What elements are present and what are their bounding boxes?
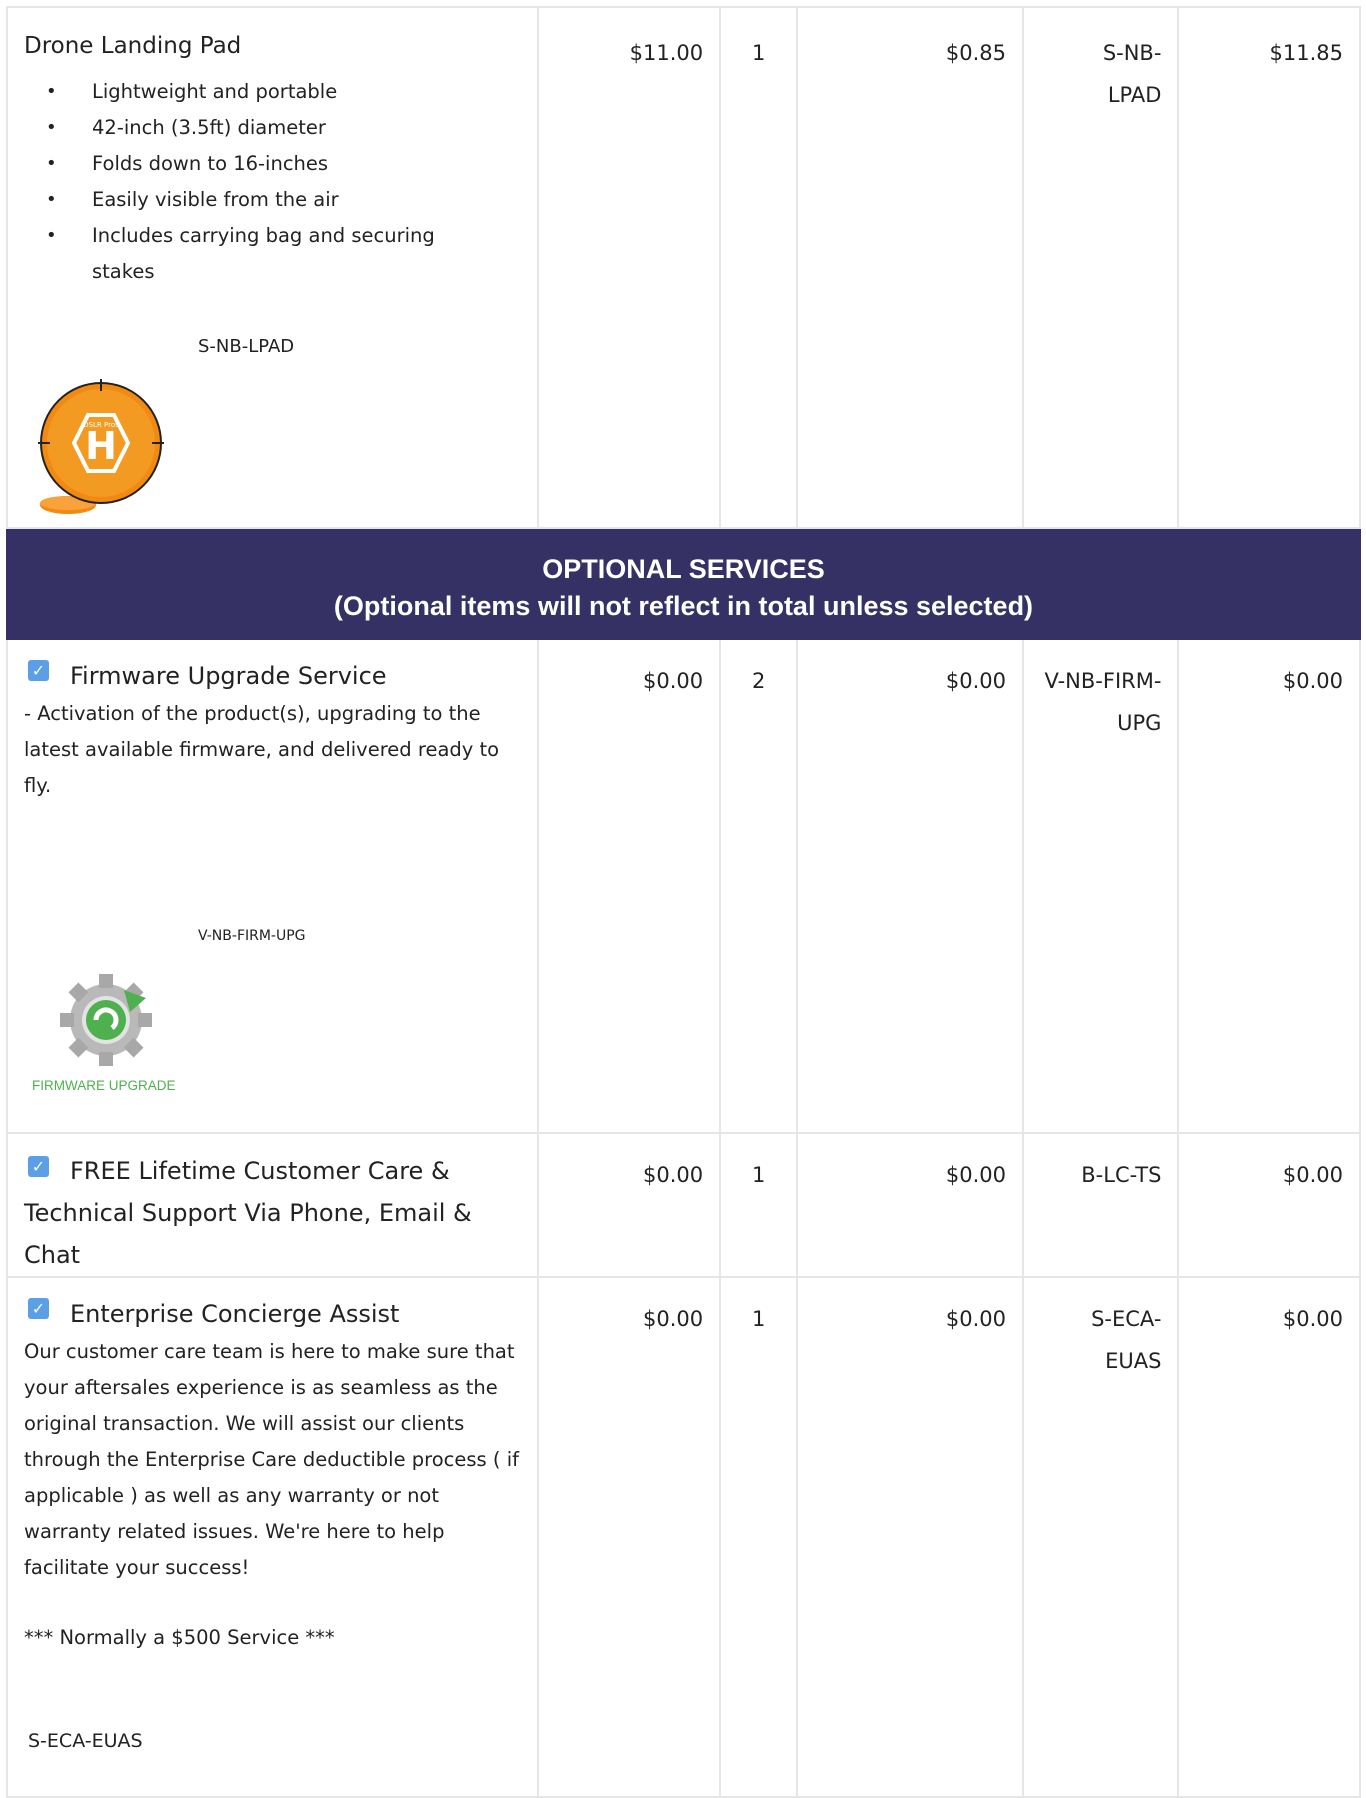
item-description-cell: ✓ Enterprise Concierge Assist Our custom…	[6, 1276, 539, 1798]
table-row-lifetime-care: ✓ FREE Lifetime Customer Care & Technical…	[6, 1132, 1361, 1278]
sku-caption: V-NB-FIRM-UPG	[198, 928, 306, 944]
feature-item: 42-inch (3.5ft) diameter	[46, 110, 537, 146]
banner-heading: OPTIONAL SERVICES	[542, 554, 825, 584]
item-description-cell: ✓ FREE Lifetime Customer Care & Technical…	[6, 1132, 539, 1278]
line-total: $0.00	[1282, 669, 1343, 693]
item-title: Drone Landing Pad	[24, 33, 242, 59]
unit-price: $0.00	[642, 1307, 704, 1331]
quantity: 2	[752, 669, 766, 693]
feature-item: Includes carrying bag and securing stake…	[46, 218, 452, 290]
service-title-row: ✓ Firmware Upgrade Service	[8, 640, 537, 696]
feature-text: Includes carrying bag and securing stake…	[92, 224, 435, 283]
item-description-cell: Drone Landing Pad Lightweight and portab…	[6, 6, 539, 529]
sku-code: B-LC-TS	[1081, 1163, 1162, 1187]
sku-caption: S-ECA-EUAS	[28, 1730, 143, 1752]
service-note: *** Normally a $500 Service ***	[24, 1626, 335, 1649]
table-row-firmware-upgrade: ✓ Firmware Upgrade Service - Activation …	[6, 638, 1361, 1134]
feature-list: Lightweight and portable 42-inch (3.5ft)…	[8, 74, 537, 290]
landing-pad-image: H DSLR Pros	[28, 377, 168, 527]
tax-amount: $0.00	[945, 1163, 1006, 1187]
optional-services-banner-row: OPTIONAL SERVICES (Optional items will n…	[6, 527, 1361, 640]
tax-amount: $0.85	[945, 41, 1006, 65]
feature-item: Lightweight and portable	[46, 74, 537, 110]
service-checkbox[interactable]: ✓	[28, 660, 49, 681]
sku-code: S-NB-LPAD	[1102, 41, 1162, 107]
table-row-drone-landing-pad: Drone Landing Pad Lightweight and portab…	[6, 6, 1361, 529]
service-checkbox[interactable]: ✓	[28, 1156, 49, 1177]
sku-caption: S-NB-LPAD	[198, 336, 295, 357]
quote-table-wrapper: Drone Landing Pad Lightweight and portab…	[6, 6, 1361, 1798]
quantity: 1	[752, 1163, 766, 1187]
tax-amount: $0.00	[945, 1307, 1006, 1331]
firmware-upgrade-image: FIRMWARE UPGRADE	[8, 972, 537, 1093]
feature-item: Easily visible from the air	[46, 182, 537, 218]
tax-amount: $0.00	[945, 669, 1006, 693]
unit-price: $11.00	[629, 41, 704, 65]
service-title: Firmware Upgrade Service	[70, 662, 387, 690]
optional-services-banner: OPTIONAL SERVICES (Optional items will n…	[6, 527, 1361, 640]
table-row-enterprise-concierge: ✓ Enterprise Concierge Assist Our custom…	[6, 1276, 1361, 1798]
landing-pad-icon: H DSLR Pros	[38, 379, 164, 514]
quantity: 1	[752, 41, 766, 65]
service-title-row: ✓ Enterprise Concierge Assist	[8, 1278, 537, 1334]
item-description-cell: ✓ Firmware Upgrade Service - Activation …	[6, 638, 539, 1134]
line-total: $0.00	[1282, 1307, 1343, 1331]
service-description: - Activation of the product(s), upgradin…	[24, 702, 500, 797]
service-title: Enterprise Concierge Assist	[70, 1300, 400, 1328]
firmware-image-label: FIRMWARE UPGRADE	[32, 1078, 176, 1093]
gear-refresh-icon	[60, 974, 152, 1066]
line-total: $0.00	[1282, 1163, 1343, 1187]
quote-items-table: Drone Landing Pad Lightweight and portab…	[6, 6, 1361, 1798]
service-description: Our customer care team is here to make s…	[24, 1340, 519, 1579]
unit-price: $0.00	[642, 669, 704, 693]
feature-item: Folds down to 16-inches	[46, 146, 537, 182]
service-title: FREE Lifetime Customer Care & Technical …	[24, 1157, 472, 1269]
unit-price: $0.00	[642, 1163, 704, 1187]
pad-letter: H	[85, 424, 117, 468]
pad-logo-text: DSLR Pros	[83, 421, 119, 429]
sku-code: S-ECA-EUAS	[1091, 1307, 1162, 1373]
service-title-row: ✓ FREE Lifetime Customer Care & Technical…	[8, 1134, 537, 1276]
sku-code: V-NB-FIRM-UPG	[1044, 669, 1162, 735]
banner-subheading: (Optional items will not reflect in tota…	[333, 591, 1034, 621]
line-total: $11.85	[1269, 41, 1343, 65]
service-checkbox[interactable]: ✓	[28, 1298, 49, 1319]
quantity: 1	[752, 1307, 766, 1331]
